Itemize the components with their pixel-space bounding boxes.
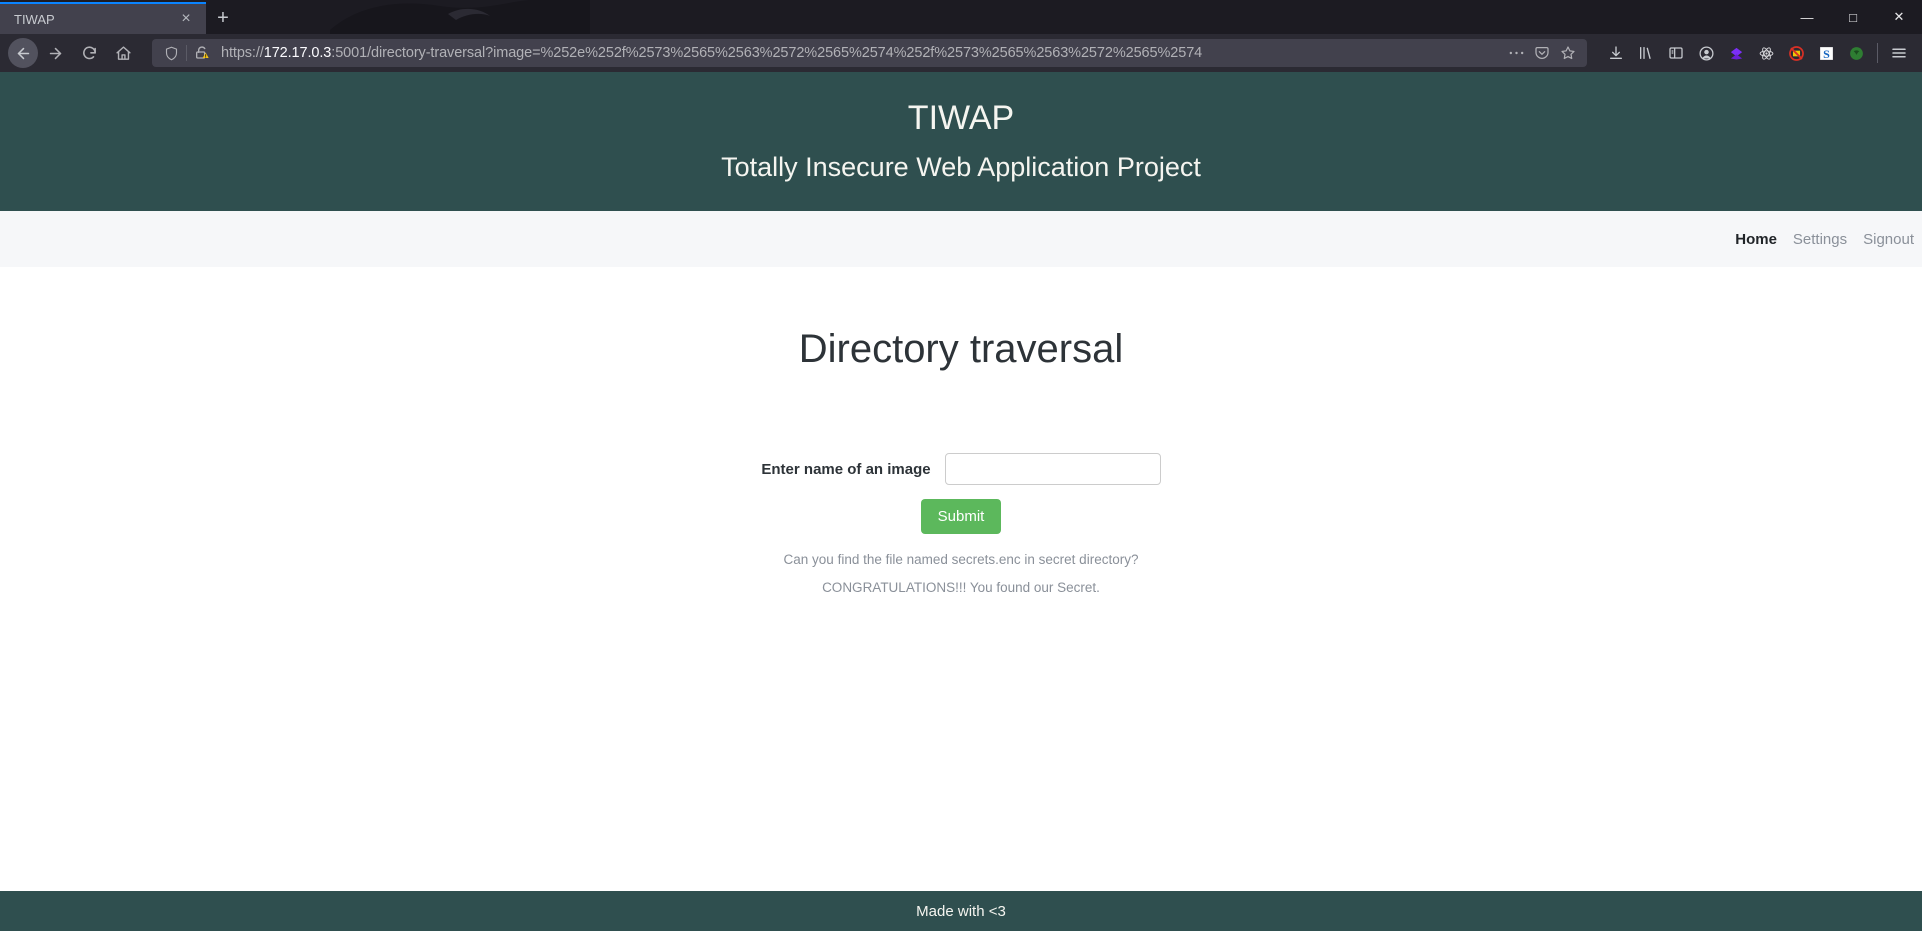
extension-green-icon[interactable] <box>1841 38 1871 68</box>
url-path: :5001/directory-traversal?image=%252e%25… <box>331 45 1203 61</box>
form-row: Enter name of an image <box>0 453 1922 486</box>
window-controls: — □ ✕ <box>1784 0 1922 34</box>
browser-navigation-bar: https://172.17.0.3:5001/directory-traver… <box>0 34 1922 72</box>
browser-toolbar-icons: S <box>1601 38 1914 68</box>
nav-link-signout[interactable]: Signout <box>1863 231 1914 248</box>
extension-diamond-icon[interactable] <box>1721 38 1751 68</box>
library-icon[interactable] <box>1631 38 1661 68</box>
url-scheme: https:// <box>221 45 264 61</box>
forward-button[interactable] <box>38 38 72 68</box>
directory-traversal-form: Enter name of an image Submit Can you fi… <box>0 453 1922 599</box>
submit-button[interactable]: Submit <box>920 499 1002 535</box>
nav-link-home[interactable]: Home <box>1735 231 1777 248</box>
close-tab-icon[interactable]: × <box>176 11 196 27</box>
app-menu-icon[interactable] <box>1884 38 1914 68</box>
svg-text:S: S <box>1823 46 1830 60</box>
star-icon[interactable] <box>1555 41 1581 65</box>
page-content: Directory traversal Enter name of an ima… <box>0 267 1922 891</box>
url-bar-actions <box>1503 41 1581 65</box>
url-host: 172.17.0.3 <box>263 45 332 61</box>
result-message: CONGRATULATIONS!!! You found our Secret. <box>822 580 1100 596</box>
pocket-icon[interactable] <box>1529 41 1555 65</box>
tab-strip: TIWAP × + <box>0 0 240 34</box>
tab-title: TIWAP <box>14 11 55 27</box>
new-tab-button[interactable]: + <box>206 2 240 34</box>
image-name-label: Enter name of an image <box>761 460 931 478</box>
url-text[interactable]: https://172.17.0.3:5001/directory-traver… <box>215 45 1503 61</box>
site-subtitle: Totally Insecure Web Application Project <box>721 151 1201 182</box>
maximize-button[interactable]: □ <box>1830 0 1876 34</box>
nav-link-settings[interactable]: Settings <box>1793 231 1847 248</box>
reload-button[interactable] <box>72 38 106 68</box>
browser-tab[interactable]: TIWAP × <box>0 2 206 34</box>
home-button[interactable] <box>106 38 140 68</box>
ellipsis-icon[interactable] <box>1503 41 1529 65</box>
close-window-button[interactable]: ✕ <box>1876 0 1922 34</box>
page-title: Directory traversal <box>798 327 1124 372</box>
back-button[interactable] <box>8 38 38 68</box>
challenge-hint: Can you find the file named secrets.enc … <box>783 552 1139 568</box>
site-header: TIWAP Totally Insecure Web Application P… <box>0 72 1922 212</box>
toolbar-divider <box>1877 43 1878 63</box>
sidebar-icon[interactable] <box>1661 38 1691 68</box>
site-footer: Made with <3 <box>0 891 1922 931</box>
browser-window: TIWAP × + — □ ✕ https://172.17.0.3:5001/… <box>0 0 1922 931</box>
minimize-button[interactable]: — <box>1784 0 1830 34</box>
page-viewport: TIWAP Totally Insecure Web Application P… <box>0 72 1922 931</box>
browser-titlebar: TIWAP × + — □ ✕ <box>0 0 1922 34</box>
url-bar[interactable]: https://172.17.0.3:5001/directory-traver… <box>152 39 1587 67</box>
insecure-lock-warning-icon[interactable] <box>189 41 215 65</box>
extension-noscript-icon[interactable] <box>1781 38 1811 68</box>
site-nav: Home Settings Signout <box>0 211 1922 268</box>
site-title: TIWAP <box>907 99 1015 137</box>
kali-dragon-watermark <box>330 0 590 34</box>
shield-icon[interactable] <box>158 41 184 65</box>
account-icon[interactable] <box>1691 38 1721 68</box>
image-name-input[interactable] <box>944 453 1161 486</box>
extension-react-icon[interactable] <box>1751 38 1781 68</box>
extension-s-icon[interactable]: S <box>1811 38 1841 68</box>
downloads-icon[interactable] <box>1601 38 1631 68</box>
url-divider <box>186 45 187 61</box>
submit-row: Submit <box>0 499 1922 535</box>
